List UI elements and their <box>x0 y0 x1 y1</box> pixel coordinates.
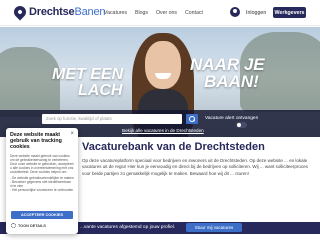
page-title: Vacaturebank van de Drechtsteden <box>82 141 265 153</box>
notification-text: ...vante vacatures afgestemd op jouw pro… <box>80 225 176 230</box>
cookie-list: - De website gebruiksvriendelijker te ma… <box>10 176 74 192</box>
nav-item-contact[interactable]: Contact <box>185 10 203 16</box>
headline-line-3: NAAR JE <box>190 55 265 74</box>
location-pin-icon <box>11 3 29 21</box>
cookie-title: Deze website maakt gebruik van tracking … <box>10 132 62 151</box>
send-vacancies-button[interactable]: Stuur mij vacatures <box>186 223 242 232</box>
close-icon[interactable]: × <box>70 131 74 137</box>
search-placeholder: Zoek op functie, kwalitijd of plaats <box>46 116 112 121</box>
main-nav: Vacatures Blogs Over ons Contact <box>104 10 203 16</box>
nav-item-over-ons[interactable]: Over ons <box>156 10 177 16</box>
cookie-body: Deze website maakt gebruik van cookies o… <box>10 153 74 174</box>
site-header: DrechtseBanen Vacatures Blogs Over ons C… <box>0 0 320 26</box>
logo-text: DrechtseBanen <box>29 6 106 18</box>
job-alert-label: Vacature alert ontvangen <box>205 116 259 121</box>
user-icon[interactable] <box>230 7 240 17</box>
cookie-list-item: - Bezoeker gegevens niet identificeerbaa… <box>10 179 71 188</box>
cookie-list-item: - Het persoonlijke voorkeuren te onthoud… <box>10 187 74 192</box>
employers-button[interactable]: Werkgevers <box>273 7 306 18</box>
cookie-dialog: × Deze website maakt gebruik van trackin… <box>6 128 78 234</box>
accept-cookies-button[interactable]: ACCEPTEER COOKIES <box>11 211 73 219</box>
search-icon[interactable] <box>186 114 198 124</box>
view-all-vacancies-link[interactable]: Bekijk alle vacatures in de Drechtsteden <box>122 128 204 133</box>
site-logo[interactable]: DrechtseBanen <box>11 3 106 21</box>
hero-person-face <box>145 41 181 89</box>
headline-line-1: MET EEN <box>52 66 124 83</box>
job-alert-toggle[interactable] <box>236 122 247 128</box>
login-link[interactable]: Inloggen <box>246 10 266 16</box>
nav-item-blogs[interactable]: Blogs <box>135 10 148 16</box>
intro-text: Op deze vacatureplatform speciaal voor b… <box>82 158 308 176</box>
headline-line-2: LACH <box>78 82 123 99</box>
headline-line-4: BAAN! <box>204 72 259 91</box>
search-input[interactable]: Zoek op functie, kwalitijd of plaats <box>42 114 182 124</box>
gear-icon <box>11 223 16 228</box>
nav-item-vacatures[interactable]: Vacatures <box>104 10 127 16</box>
show-details-label: TOON DETAILS <box>18 223 46 228</box>
background-tree <box>0 47 60 117</box>
show-details-link[interactable]: TOON DETAILS <box>11 223 46 228</box>
